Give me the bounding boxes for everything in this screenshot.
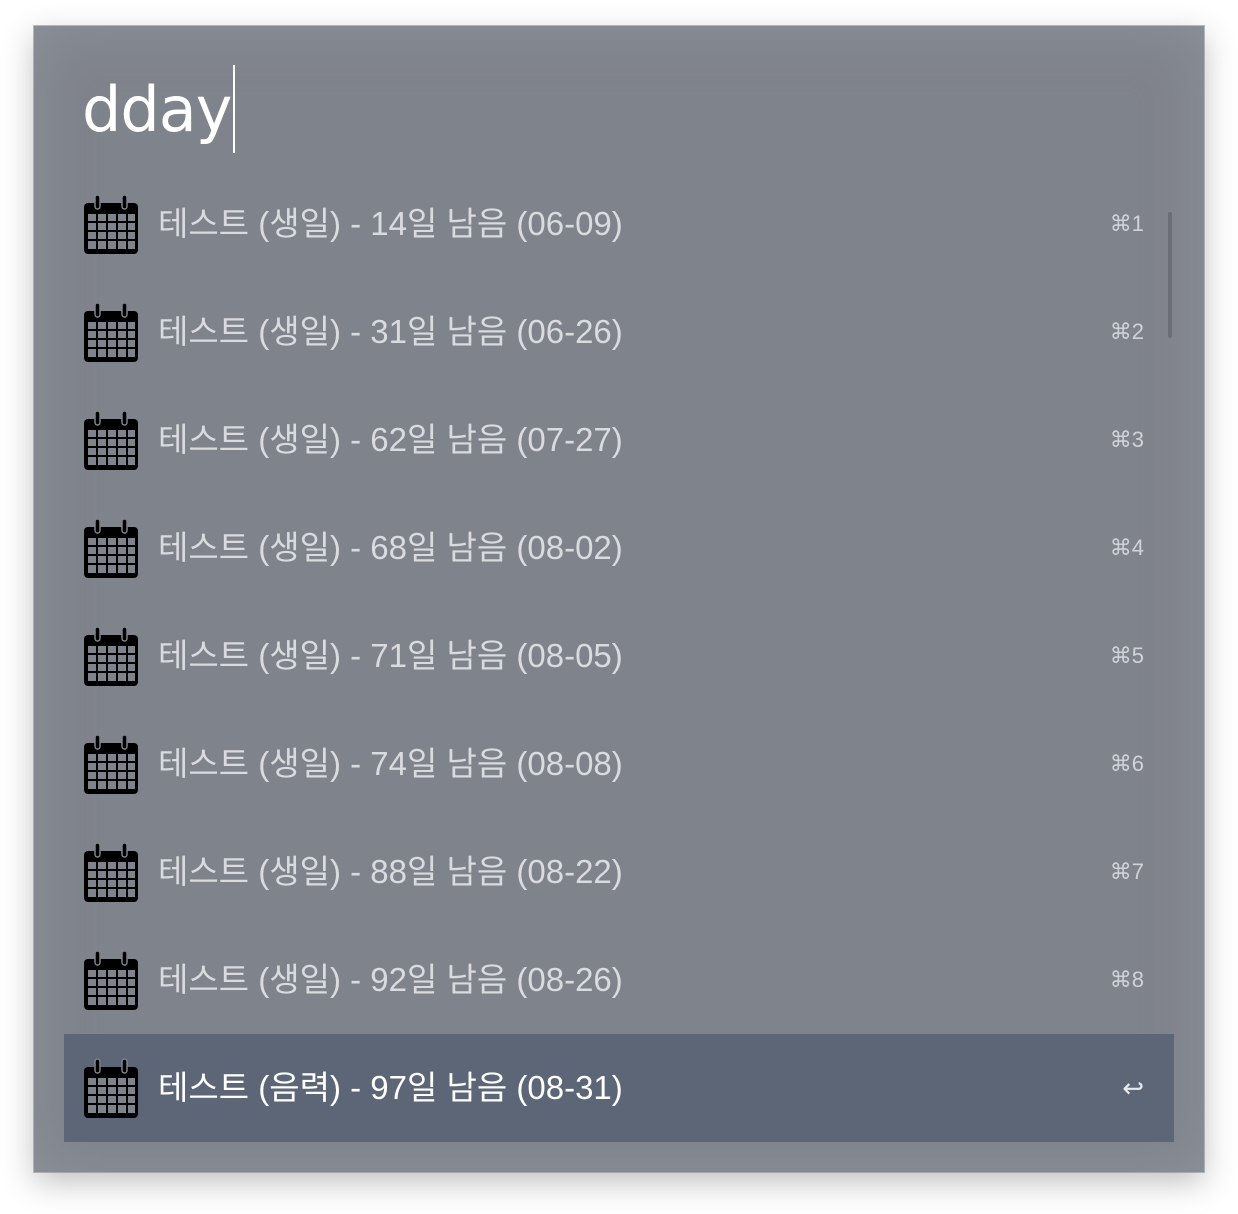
calendar-icon (83, 950, 139, 1011)
shortcut-hint: ⌘4 (1109, 535, 1144, 560)
shortcut-hint: ⌘2 (1109, 319, 1144, 344)
result-item-8[interactable]: 테스트 (생일) - 92일 남음 (08-26) ⌘8 (64, 926, 1174, 1034)
launcher-window: dday 테스트 (생일) - 14일 남음 (06-09) ⌘1 테스트 (생… (34, 26, 1204, 1172)
result-label: 테스트 (생일) - 62일 남음 (07-27) (158, 421, 623, 458)
calendar-icon (83, 194, 139, 255)
result-label: 테스트 (음력) - 97일 남음 (08-31) (158, 1069, 623, 1106)
shortcut-hint: ⌘1 (1109, 211, 1144, 236)
shortcut-hint: ⌘5 (1109, 643, 1144, 668)
calendar-icon (83, 842, 139, 903)
results-list: 테스트 (생일) - 14일 남음 (06-09) ⌘1 테스트 (생일) - … (64, 170, 1174, 1142)
result-label: 테스트 (생일) - 88일 남음 (08-22) (158, 853, 623, 890)
result-label: 테스트 (생일) - 14일 남음 (06-09) (158, 205, 623, 242)
calendar-icon (83, 302, 139, 363)
shortcut-hint: ⌘7 (1109, 859, 1144, 884)
result-item-4[interactable]: 테스트 (생일) - 68일 남음 (08-02) ⌘4 (64, 494, 1174, 602)
search-query-text: dday (82, 72, 232, 146)
result-label: 테스트 (생일) - 31일 남음 (06-26) (158, 313, 623, 350)
shortcut-hint: ⌘6 (1109, 751, 1144, 776)
result-item-6[interactable]: 테스트 (생일) - 74일 남음 (08-08) ⌘6 (64, 710, 1174, 818)
calendar-icon (83, 518, 139, 579)
result-item-7[interactable]: 테스트 (생일) - 88일 남음 (08-22) ⌘7 (64, 818, 1174, 926)
result-item-3[interactable]: 테스트 (생일) - 62일 남음 (07-27) ⌘3 (64, 386, 1174, 494)
calendar-icon (83, 410, 139, 471)
result-item-5[interactable]: 테스트 (생일) - 71일 남음 (08-05) ⌘5 (64, 602, 1174, 710)
result-item-1[interactable]: 테스트 (생일) - 14일 남음 (06-09) ⌘1 (64, 170, 1174, 278)
return-key-icon: ↩ (1122, 1073, 1144, 1103)
calendar-icon (83, 626, 139, 687)
calendar-icon (83, 734, 139, 795)
text-caret (233, 65, 236, 153)
result-label: 테스트 (생일) - 74일 남음 (08-08) (158, 745, 623, 782)
result-label: 테스트 (생일) - 92일 남음 (08-26) (158, 961, 623, 998)
calendar-icon (83, 1058, 139, 1119)
result-label: 테스트 (생일) - 68일 남음 (08-02) (158, 529, 623, 566)
shortcut-hint: ⌘3 (1109, 427, 1144, 452)
result-item-9-selected[interactable]: 테스트 (음력) - 97일 남음 (08-31) ↩ (64, 1034, 1174, 1142)
search-field[interactable]: dday (82, 64, 236, 154)
result-item-2[interactable]: 테스트 (생일) - 31일 남음 (06-26) ⌘2 (64, 278, 1174, 386)
result-label: 테스트 (생일) - 71일 남음 (08-05) (158, 637, 623, 674)
shortcut-hint: ⌘8 (1109, 967, 1144, 992)
